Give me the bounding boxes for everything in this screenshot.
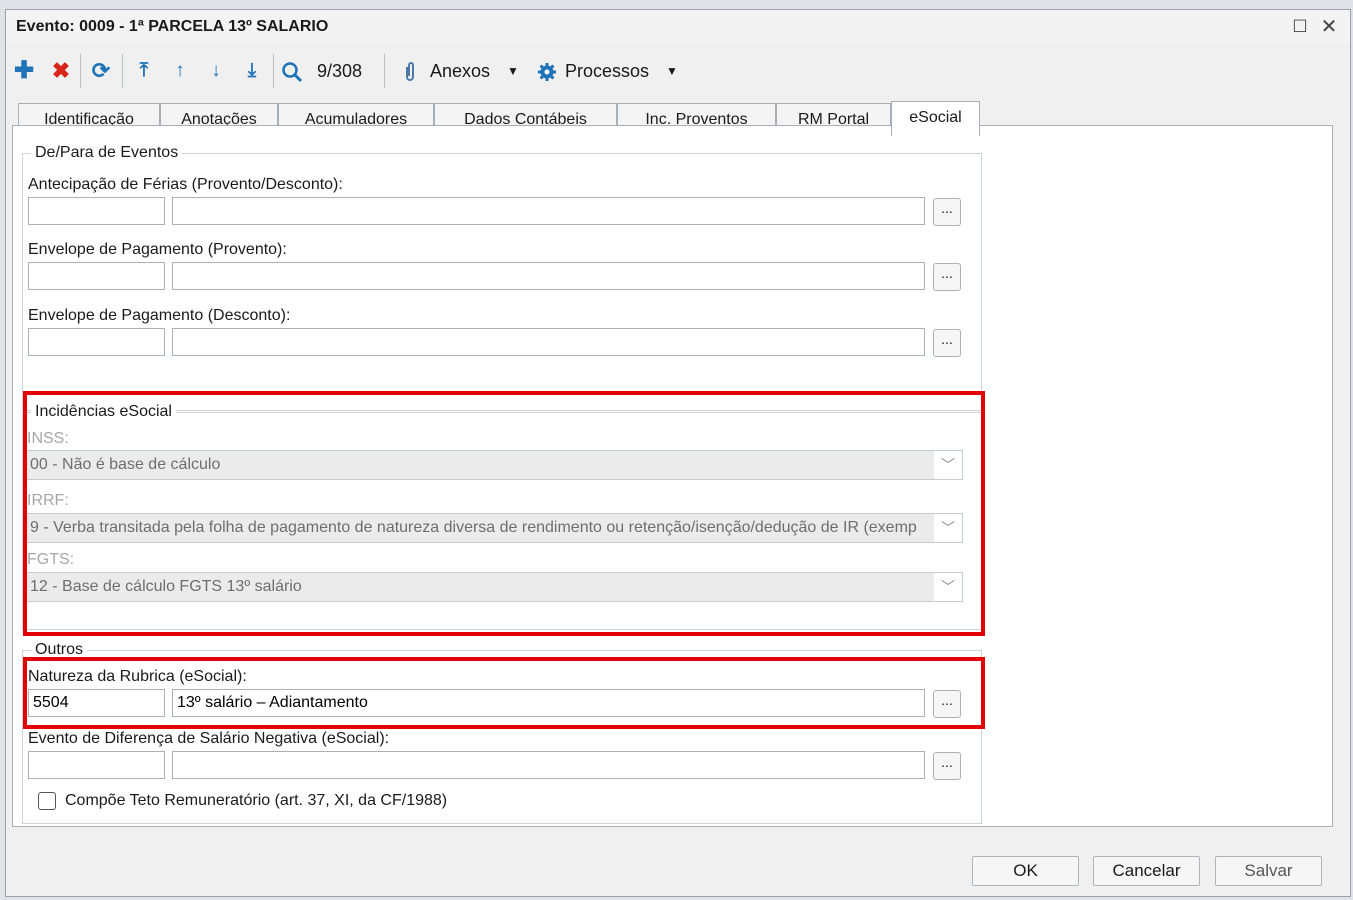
inss-label: INSS:	[27, 430, 69, 447]
antecipacao-code-input[interactable]	[28, 197, 165, 225]
anexos-dropdown-icon[interactable]: ▼	[506, 56, 520, 86]
irrf-select[interactable]: 9 - Verba transitada pela folha de pagam…	[26, 513, 963, 543]
antecipacao-desc-input[interactable]	[172, 197, 925, 225]
antecipacao-label: Antecipação de Férias (Provento/Desconto…	[28, 176, 343, 193]
depara-legend: De/Para de Eventos	[31, 144, 183, 162]
envelope-desconto-lookup-button[interactable]: ...	[933, 329, 961, 357]
diferenca-desc-input[interactable]	[172, 751, 925, 779]
toolbar-separator	[80, 54, 81, 88]
natureza-desc-input[interactable]: 13º salário – Adiantamento	[172, 689, 925, 717]
chevron-down-icon[interactable]: ﹀	[934, 573, 962, 601]
fgts-label: FGTS:	[27, 551, 75, 568]
paperclip-icon	[406, 62, 414, 81]
toolbar-separator	[122, 54, 123, 88]
envelope-provento-desc-input[interactable]	[172, 262, 925, 290]
maximize-icon[interactable]: ☐	[1288, 15, 1312, 39]
gear-icon	[538, 63, 556, 81]
envelope-provento-code-input[interactable]	[28, 262, 165, 290]
chevron-down-icon[interactable]: ﹀	[934, 514, 962, 542]
inss-value: 00 - Não é base de cálculo	[30, 456, 221, 473]
depara-group: De/Para de Eventos Antecipação de Férias…	[22, 144, 982, 411]
teto-label: Compõe Teto Remuneratório (art. 37, XI, …	[65, 792, 448, 809]
title-bar: Evento: 0009 - 1ª PARCELA 13º SALARIO ☐ …	[6, 10, 1350, 44]
incidencias-legend: Incidências eSocial	[31, 403, 176, 421]
envelope-desconto-label: Envelope de Pagamento (Desconto):	[28, 307, 291, 324]
toolbar: ✚ ✖ ⟳ ⤒ ↑ ↓ ⤓ 9/308 Anexos ▼ Processos ▼	[6, 50, 1350, 92]
tab-esocial[interactable]: eSocial	[891, 101, 980, 136]
natureza-code-input[interactable]: 5504	[28, 689, 165, 717]
window-title: Evento: 0009 - 1ª PARCELA 13º SALARIO	[16, 18, 329, 35]
irrf-label: IRRF:	[27, 492, 69, 509]
refresh-icon[interactable]: ⟳	[88, 56, 114, 86]
diferenca-code-input[interactable]	[28, 751, 165, 779]
diferenca-label: Evento de Diferença de Salário Negativa …	[28, 730, 390, 747]
previous-record-icon[interactable]: ↑	[167, 56, 193, 86]
toolbar-separator	[273, 54, 274, 88]
next-record-icon[interactable]: ↓	[203, 56, 229, 86]
envelope-provento-lookup-button[interactable]: ...	[933, 263, 961, 291]
incidencias-group: Incidências eSocial INSS: 00 - Não é bas…	[22, 403, 982, 630]
processos-dropdown-icon[interactable]: ▼	[665, 56, 679, 86]
close-icon[interactable]: ✕	[1317, 15, 1341, 39]
outros-legend: Outros	[31, 641, 88, 659]
search-icon[interactable]	[281, 61, 303, 83]
toolbar-separator	[384, 54, 385, 88]
inss-select[interactable]: 00 - Não é base de cálculo ﹀	[26, 450, 963, 480]
record-position: 9/308	[317, 61, 363, 81]
delete-icon[interactable]: ✖	[48, 56, 74, 86]
irrf-value: 9 - Verba transitada pela folha de pagam…	[30, 519, 917, 536]
processos-menu[interactable]: Processos	[565, 56, 649, 86]
save-button[interactable]: Salvar	[1215, 856, 1322, 886]
outros-group: Outros Natureza da Rubrica (eSocial): 55…	[22, 641, 982, 824]
natureza-label: Natureza da Rubrica (eSocial):	[28, 668, 247, 685]
fgts-value: 12 - Base de cálculo FGTS 13º salário	[30, 578, 302, 595]
esocial-tab-panel: De/Para de Eventos Antecipação de Férias…	[12, 125, 1333, 827]
cancel-button[interactable]: Cancelar	[1093, 856, 1200, 886]
add-icon[interactable]: ✚	[11, 56, 37, 86]
envelope-provento-label: Envelope de Pagamento (Provento):	[28, 241, 287, 258]
anexos-menu[interactable]: Anexos	[430, 56, 490, 86]
last-record-icon[interactable]: ⤓	[239, 56, 265, 86]
ok-button[interactable]: OK	[972, 856, 1079, 886]
envelope-desconto-desc-input[interactable]	[172, 328, 925, 356]
chevron-down-icon[interactable]: ﹀	[934, 451, 962, 479]
teto-checkbox[interactable]	[38, 792, 56, 810]
natureza-lookup-button[interactable]: ...	[933, 690, 961, 718]
first-record-icon[interactable]: ⤒	[131, 56, 157, 86]
diferenca-lookup-button[interactable]: ...	[933, 752, 961, 780]
fgts-select[interactable]: 12 - Base de cálculo FGTS 13º salário ﹀	[26, 572, 963, 602]
antecipacao-lookup-button[interactable]: ...	[933, 198, 961, 226]
envelope-desconto-code-input[interactable]	[28, 328, 165, 356]
